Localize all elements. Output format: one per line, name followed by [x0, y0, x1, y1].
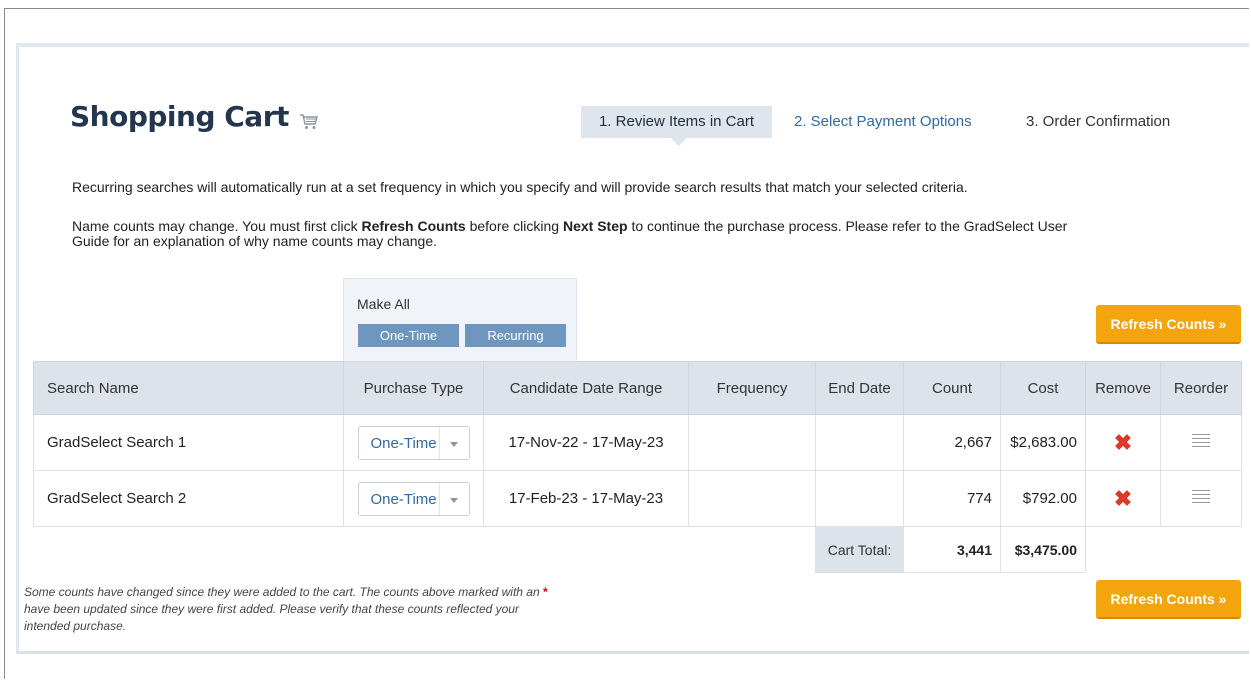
shopping-cart-icon — [300, 114, 318, 129]
counts-info-mid: before clicking — [465, 218, 563, 234]
make-all-recurring-button[interactable]: Recurring — [465, 324, 566, 347]
make-all-label: Make All — [357, 296, 410, 312]
purchase-type-select[interactable]: One-Time — [357, 425, 470, 460]
table-row: GradSelect Search 2 One-Time 17-Feb-23 -… — [33, 470, 1242, 527]
end-date-cell — [815, 470, 904, 527]
total-spacer-right — [1086, 527, 1242, 573]
purchase-type-value: One-Time — [370, 434, 437, 452]
note-pre: Some counts have changed since they were… — [24, 585, 543, 599]
header-remove: Remove — [1085, 361, 1161, 415]
header-end-date: End Date — [815, 361, 904, 415]
drag-handle-icon[interactable] — [1192, 431, 1210, 450]
chevron-down-icon — [449, 497, 458, 503]
purchase-type-cell: One-Time — [343, 414, 484, 471]
header-cost: Cost — [1000, 361, 1086, 415]
header-count: Count — [903, 361, 1001, 415]
counts-info-refresh-bold: Refresh Counts — [361, 218, 466, 234]
purchase-type-cell: One-Time — [343, 470, 484, 527]
end-date-cell — [815, 414, 904, 471]
table-header-row: Search Name Purchase Type Candidate Date… — [33, 361, 1242, 415]
counts-info-pre: Name counts may change. You must first c… — [72, 218, 362, 234]
reorder-cell — [1160, 414, 1242, 471]
search-name-cell: GradSelect Search 2 — [33, 470, 344, 527]
counts-changed-note: Some counts have changed since they were… — [24, 584, 554, 635]
frequency-cell — [688, 470, 816, 527]
note-post: have been updated since they were first … — [24, 602, 519, 633]
table-row: GradSelect Search 1 One-Time 17-Nov-22 -… — [33, 414, 1242, 471]
remove-cell: ✖ — [1085, 470, 1161, 527]
date-range-cell: 17-Nov-22 - 17-May-23 — [483, 414, 689, 471]
cart-total-label: Cart Total: — [815, 526, 904, 573]
counts-info-text: Name counts may change. You must first c… — [72, 219, 1092, 249]
remove-cell: ✖ — [1085, 414, 1161, 471]
cart-total-cost: $3,475.00 — [1000, 526, 1086, 573]
header-reorder: Reorder — [1160, 361, 1242, 415]
header-frequency: Frequency — [688, 361, 816, 415]
updated-asterisk: * — [542, 585, 548, 599]
refresh-counts-button-bottom[interactable]: Refresh Counts » — [1096, 580, 1241, 619]
cart-total-row: Cart Total: 3,441 $3,475.00 — [34, 526, 1242, 573]
select-divider — [438, 482, 440, 515]
frequency-cell — [688, 414, 816, 471]
recurring-info-text: Recurring searches will automatically ru… — [72, 179, 968, 195]
header-purchase-type: Purchase Type — [343, 361, 484, 415]
reorder-cell — [1160, 470, 1242, 527]
make-all-panel: Make All One-Time Recurring — [343, 278, 577, 361]
cart-total-count: 3,441 — [903, 526, 1001, 573]
count-cell: 2,667 — [903, 414, 1001, 471]
step-select-payment[interactable]: 2. Select Payment Options — [794, 106, 972, 138]
count-cell: 774 — [903, 470, 1001, 527]
purchase-type-value: One-Time — [370, 490, 437, 508]
refresh-counts-button-top[interactable]: Refresh Counts » — [1096, 305, 1241, 344]
make-all-one-time-button[interactable]: One-Time — [358, 324, 459, 347]
cart-table: Search Name Purchase Type Candidate Date… — [33, 361, 1242, 573]
header-search-name: Search Name — [33, 361, 344, 415]
search-name-cell: GradSelect Search 1 — [33, 414, 344, 471]
cost-cell: $792.00 — [1000, 470, 1086, 527]
remove-x-icon[interactable]: ✖ — [1114, 487, 1132, 510]
remove-x-icon[interactable]: ✖ — [1114, 431, 1132, 454]
purchase-type-select[interactable]: One-Time — [357, 481, 470, 516]
cost-cell: $2,683.00 — [1000, 414, 1086, 471]
date-range-cell: 17-Feb-23 - 17-May-23 — [483, 470, 689, 527]
header-date-range: Candidate Date Range — [483, 361, 689, 415]
select-divider — [438, 426, 440, 459]
step-order-confirmation: 3. Order Confirmation — [1026, 113, 1171, 130]
page-title: Shopping Cart — [70, 100, 289, 133]
step-review-items[interactable]: 1. Review Items in Cart — [581, 106, 772, 146]
drag-handle-icon[interactable] — [1192, 487, 1210, 506]
counts-info-nextstep-bold: Next Step — [562, 218, 628, 234]
chevron-down-icon — [449, 441, 458, 447]
total-spacer — [34, 527, 816, 573]
